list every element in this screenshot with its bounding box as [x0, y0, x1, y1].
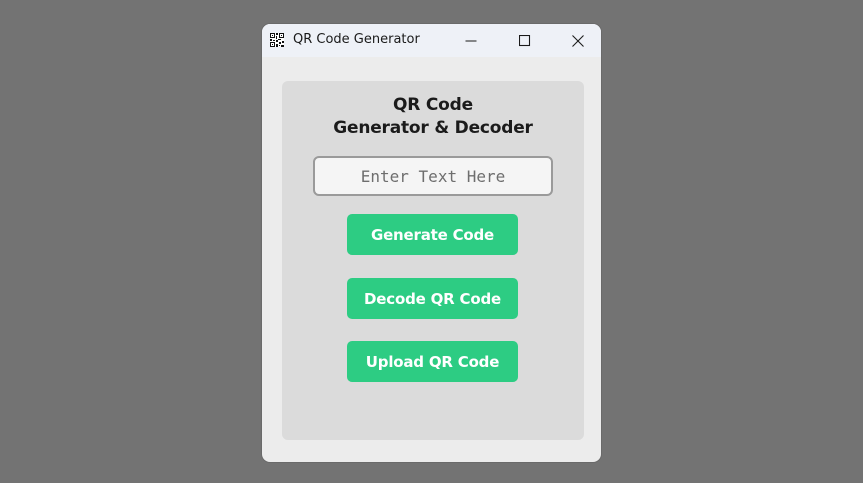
- maximize-button[interactable]: [502, 24, 548, 57]
- close-button[interactable]: [555, 24, 601, 57]
- main-panel: QR Code Generator & Decoder Generate Cod…: [282, 81, 584, 440]
- window-title: QR Code Generator: [293, 32, 420, 47]
- close-icon: [572, 34, 584, 47]
- text-input[interactable]: [313, 156, 553, 196]
- minimize-icon: [465, 40, 477, 41]
- app-window: QR Code Generator QR Code Generator & De…: [262, 24, 601, 462]
- page-title-line-1: QR Code: [393, 95, 473, 115]
- maximize-icon: [519, 34, 531, 46]
- minimize-button[interactable]: [448, 24, 494, 57]
- page-title-line-2: Generator & Decoder: [333, 118, 533, 138]
- page-title: QR Code Generator & Decoder: [282, 94, 584, 140]
- decode-qr-code-button[interactable]: Decode QR Code: [347, 278, 518, 319]
- upload-qr-code-button[interactable]: Upload QR Code: [347, 341, 518, 382]
- generate-code-button[interactable]: Generate Code: [347, 214, 518, 255]
- qr-code-icon: [270, 33, 284, 47]
- title-bar[interactable]: QR Code Generator: [262, 24, 601, 57]
